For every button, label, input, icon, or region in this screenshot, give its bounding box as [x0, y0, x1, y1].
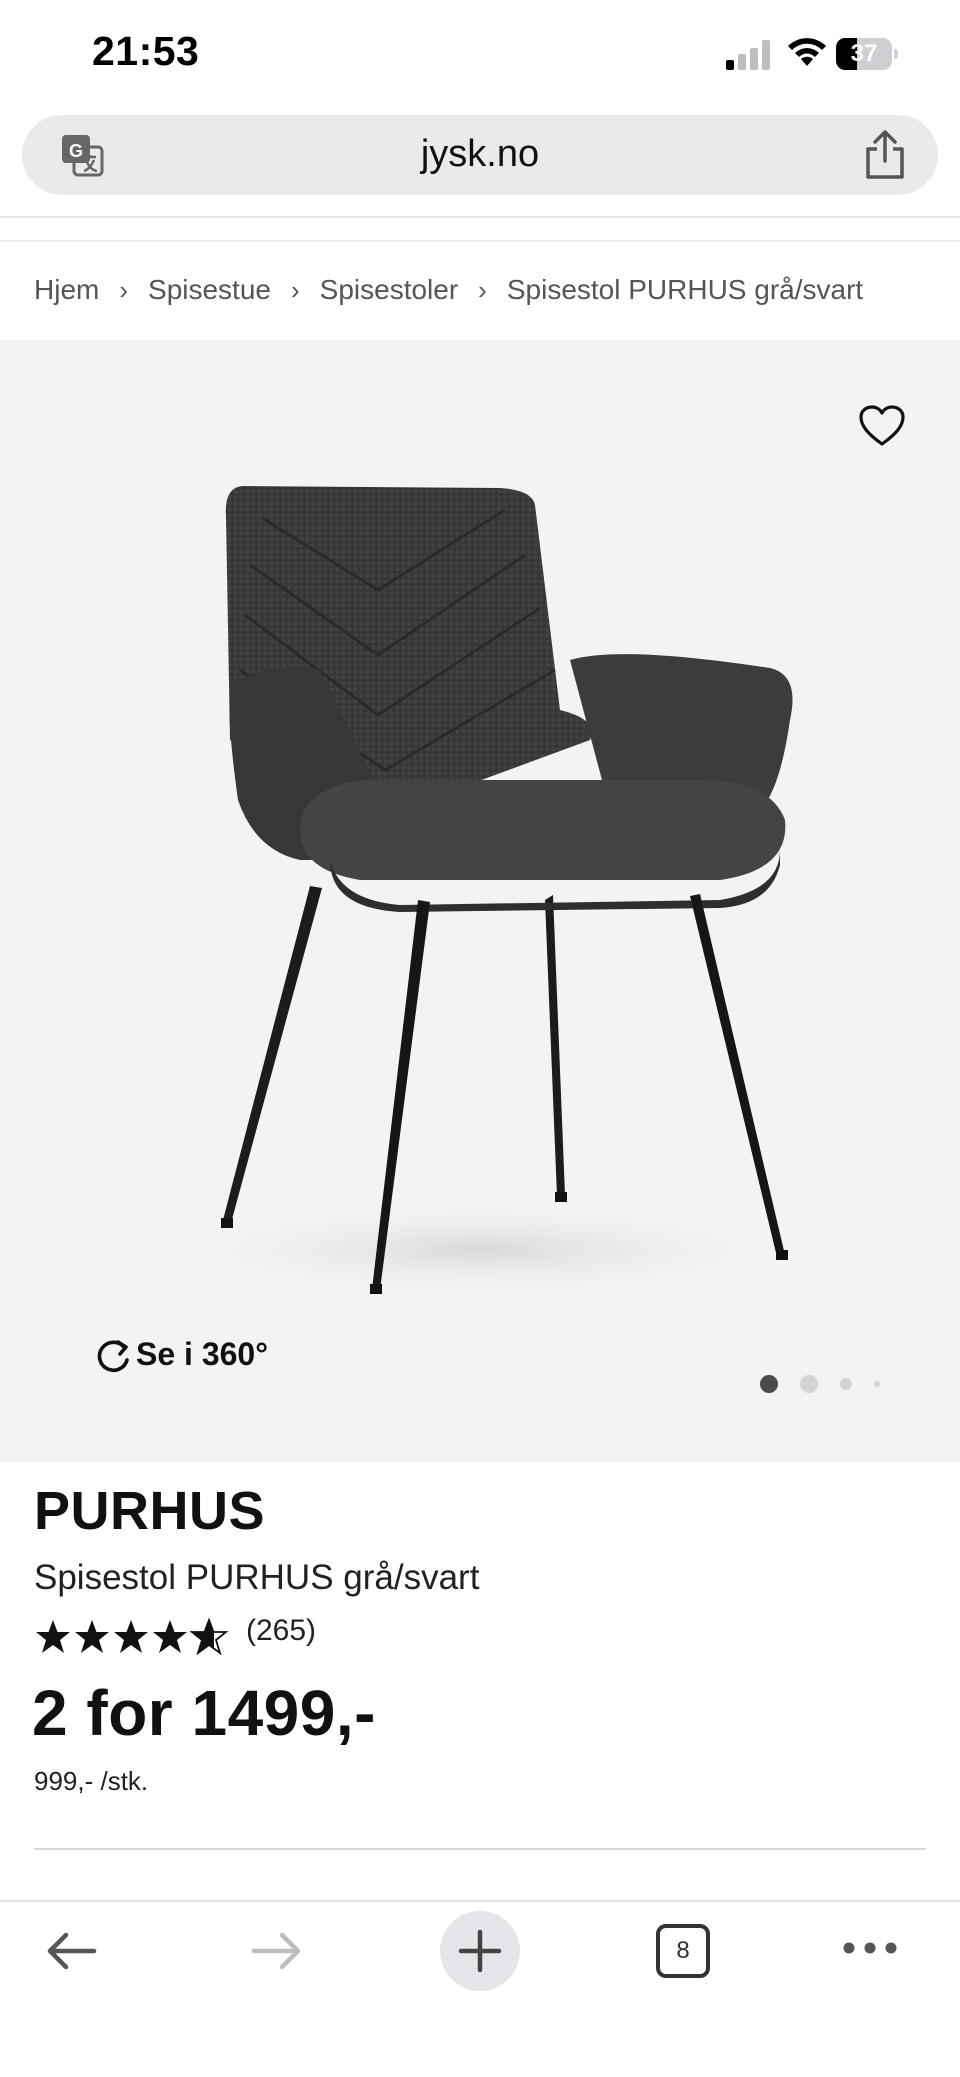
carousel-dot[interactable]	[874, 1381, 880, 1387]
more-icon[interactable]	[842, 1936, 898, 1960]
back-arrow-icon[interactable]	[42, 1926, 102, 1976]
breadcrumb-item-spisestue[interactable]: Spisestue	[148, 274, 271, 306]
product-price: 2 for 1499,-	[32, 1677, 376, 1749]
star-icon	[153, 1620, 187, 1653]
carousel-dot-active[interactable]	[760, 1375, 778, 1393]
rotate-icon[interactable]	[94, 1338, 132, 1376]
product-name: Spisestol PURHUS grå/svart	[34, 1558, 480, 1597]
heart-icon[interactable]	[858, 404, 906, 448]
battery-percent: 37	[850, 40, 878, 67]
unit-price: 999,- /stk.	[34, 1766, 149, 1796]
address-bar[interactable]: G jysk.no	[22, 115, 938, 195]
share-icon[interactable]	[862, 129, 908, 181]
review-count[interactable]: (265)	[246, 1614, 316, 1648]
view-360-button[interactable]: Se i 360°	[136, 1336, 268, 1373]
chevron-right-icon: ›	[290, 274, 300, 305]
star-icon	[36, 1620, 70, 1653]
chevron-right-icon: ›	[119, 274, 129, 305]
carousel-dot[interactable]	[800, 1375, 818, 1393]
breadcrumb-item-spisestoler[interactable]: Spisestoler	[320, 274, 459, 306]
carousel-dot[interactable]	[840, 1378, 852, 1390]
forward-arrow-icon[interactable]	[246, 1926, 306, 1976]
breadcrumb: Hjem › Spisestue › Spisestoler › Spisest…	[34, 274, 863, 306]
star-icon	[114, 1620, 148, 1653]
status-time: 21:53	[92, 28, 200, 74]
star-rating[interactable]	[34, 1618, 234, 1658]
new-tab-button[interactable]	[440, 1911, 520, 1991]
product-image-gallery[interactable]	[0, 340, 960, 1462]
star-icon	[75, 1620, 109, 1653]
tabs-button[interactable]: 8	[656, 1924, 710, 1978]
product-brand: PURHUS	[34, 1481, 266, 1541]
breadcrumb-item-current[interactable]: Spisestol PURHUS grå/svart	[507, 274, 863, 306]
carousel-indicator[interactable]	[760, 1375, 902, 1393]
url-text[interactable]: jysk.no	[22, 133, 938, 176]
signal-icon	[726, 40, 770, 70]
product-image[interactable]	[0, 340, 960, 1462]
chevron-right-icon: ›	[478, 274, 487, 305]
section-divider	[34, 1848, 926, 1850]
header-divider	[0, 240, 960, 242]
breadcrumb-item-hjem[interactable]: Hjem	[34, 274, 99, 306]
wifi-icon	[788, 38, 826, 66]
toolbar-divider	[0, 1900, 960, 1902]
plus-icon	[458, 1929, 502, 1973]
header-divider	[0, 216, 960, 218]
battery-icon: 37	[836, 38, 898, 70]
